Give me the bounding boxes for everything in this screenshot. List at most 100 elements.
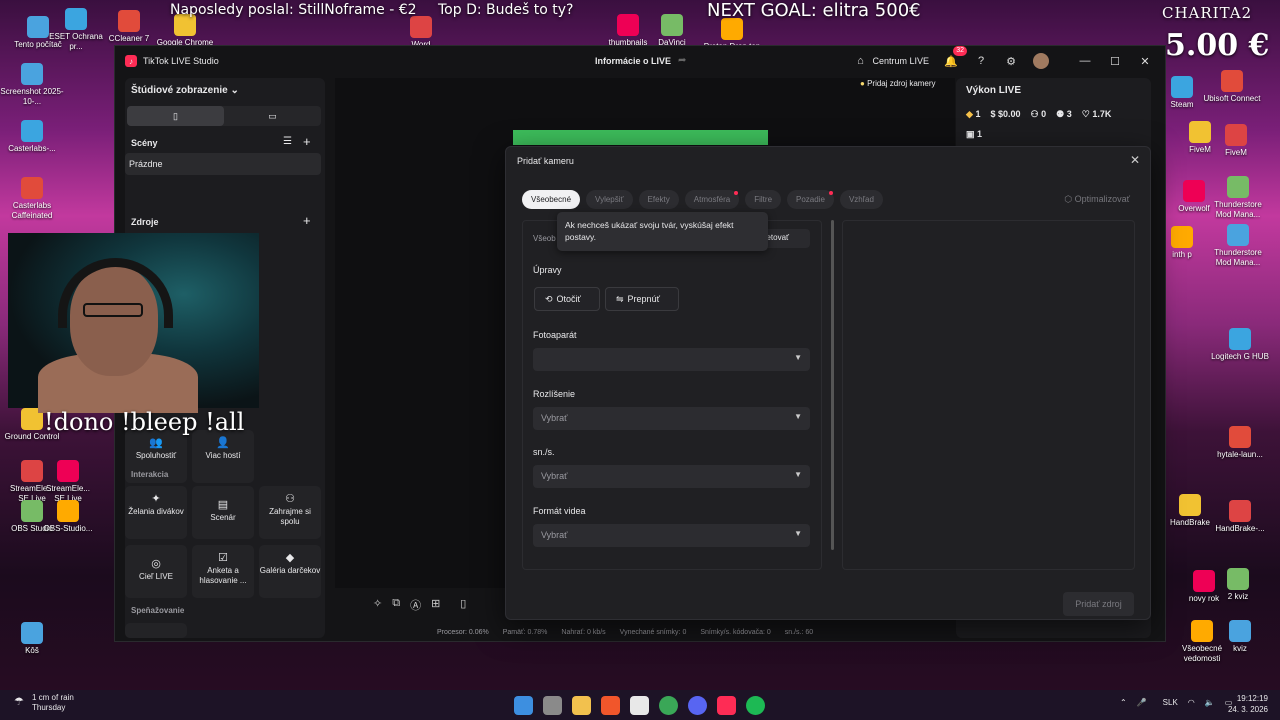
settings-scrollbar[interactable] <box>831 220 834 550</box>
language-indicator[interactable]: SLK <box>1163 698 1178 707</box>
app-icon <box>1227 568 1249 590</box>
task-view-icon[interactable] <box>543 696 562 715</box>
tile-multi-guest[interactable]: 👤 Viac hostí <box>192 430 254 483</box>
add-source-button[interactable]: Pridať zdroj <box>1063 592 1134 616</box>
resolution-header: Rozlíšenie <box>533 389 576 399</box>
desktop-icon[interactable]: Casterlabs-... <box>0 120 64 154</box>
tile-live-goal[interactable]: ◎ Cieľ LIVE <box>125 545 187 598</box>
spotify-icon[interactable] <box>746 696 765 715</box>
centrum-live-button[interactable]: ⌂ Centrum LIVE <box>852 53 929 69</box>
list-icon[interactable]: ☰ <box>283 136 292 147</box>
app-icon <box>721 18 743 40</box>
tab-5[interactable]: Pozadie <box>787 190 834 209</box>
desktop-icon-label: Casterlabs-... <box>8 144 56 153</box>
close-window-icon[interactable]: ✕ <box>1137 53 1153 69</box>
desktop-icon[interactable]: Ubisoft Connect <box>1200 70 1264 104</box>
app-icon <box>21 120 43 142</box>
desktop-icon-label: Kôš <box>25 646 39 655</box>
tab-0[interactable]: Všeobecné <box>522 190 581 209</box>
tile-viewer-wishes[interactable]: ✦ Želania divákov <box>125 486 187 539</box>
tile-poll[interactable]: ☑ Anketa a hlasovanie ... <box>192 545 254 598</box>
app-icon <box>1179 494 1201 516</box>
app-icon <box>410 16 432 38</box>
clock[interactable]: 19:12:19 24. 3. 2026 <box>1228 693 1268 715</box>
maximize-icon[interactable]: ☐ <box>1107 53 1123 69</box>
add-source-icon[interactable]: + <box>303 213 311 228</box>
optimize-button[interactable]: ⬡ Optimalizovať <box>1064 194 1130 205</box>
app-icon <box>1221 70 1243 92</box>
rain-icon: ☂ <box>14 696 24 708</box>
store-icon[interactable] <box>630 696 649 715</box>
view-mode-dropdown[interactable]: Štúdiové zobrazenie ⌄ <box>131 85 239 96</box>
tile-monetize[interactable] <box>125 623 187 638</box>
tile-gift-gallery[interactable]: ◆ Galéria darčekov <box>259 545 321 598</box>
tab-4[interactable]: Filtre <box>745 190 782 209</box>
desktop-icon[interactable]: CCleaner 7 <box>97 10 161 44</box>
discord-icon[interactable] <box>688 696 707 715</box>
volume-icon[interactable]: 🔈 <box>1205 698 1215 707</box>
transform-icon[interactable]: ⧉ <box>392 597 400 613</box>
landscape-mode-button[interactable]: ▭ <box>224 106 321 126</box>
portrait-mode-button[interactable]: ▯ <box>127 106 224 126</box>
flip-button[interactable]: ⇋ Prepnúť <box>605 287 679 311</box>
phone-icon[interactable]: ▯ <box>460 597 466 613</box>
wish-icon: ✦ <box>151 493 161 505</box>
avatar[interactable] <box>1033 53 1049 69</box>
live-info-title[interactable]: Informácie o LIVE <box>595 56 671 66</box>
magic-wand-icon[interactable]: ✧ <box>373 597 382 613</box>
tiktok-icon[interactable] <box>717 696 736 715</box>
wifi-icon[interactable]: ◠ <box>1188 698 1195 707</box>
desktop-icon-label: kviz <box>1233 644 1247 653</box>
desktop-icon[interactable]: FiveM <box>1204 124 1268 158</box>
home-icon: ⌂ <box>857 55 864 67</box>
desktop-icon[interactable]: OBS-Studio... <box>36 500 100 534</box>
resolution-select[interactable]: Vybrať ▼ <box>533 407 810 430</box>
file-explorer-icon[interactable] <box>572 696 591 715</box>
minimize-icon[interactable]: — <box>1077 53 1093 69</box>
encoder-fps: Snímky/s. kódovača: 0 <box>700 629 771 636</box>
tile-play-together[interactable]: ⚇ Zahrajme si spolu <box>259 486 321 539</box>
tab-2[interactable]: Efekty <box>638 190 679 209</box>
mic-icon[interactable]: 🎤 <box>1137 698 1147 707</box>
tiktok-logo-icon: ♪ <box>125 55 137 67</box>
tab-3[interactable]: Atmosféra <box>684 190 740 209</box>
help-icon[interactable]: ? <box>973 53 989 69</box>
add-scene-icon[interactable]: + <box>303 134 311 149</box>
chevron-up-icon[interactable]: ⌃ <box>1120 698 1127 707</box>
performance-title: Výkon LIVE <box>966 85 1022 96</box>
desktop-icon[interactable]: Thunderstore Mod Mana... <box>1206 224 1270 268</box>
desktop-icon[interactable]: Kôš <box>0 622 64 656</box>
ai-icon[interactable]: Ⓐ <box>410 597 421 613</box>
windows-start-icon[interactable] <box>514 696 533 715</box>
desktop-icon[interactable]: Logitech G HUB <box>1208 328 1272 362</box>
weather-widget[interactable]: ☂ 1 cm of rain Thursday <box>14 693 74 713</box>
brave-icon[interactable] <box>601 696 620 715</box>
share-icon[interactable]: ➦ <box>678 55 686 66</box>
desktop-icon[interactable]: HandBrake-... <box>1208 500 1272 534</box>
camera-select[interactable]: ▼ <box>533 348 810 371</box>
add-media-icon[interactable]: ⊞ <box>431 597 440 613</box>
desktop-icon[interactable]: Google Chrome <box>153 14 217 48</box>
tile-script[interactable]: ▤ Scenár <box>192 486 254 539</box>
fps-readout: sn./s.: 60 <box>784 629 814 636</box>
desktop-icon[interactable]: hytale-laun... <box>1208 426 1272 460</box>
scene-item-prazdne[interactable]: Prázdne <box>125 153 321 175</box>
desktop-icon[interactable]: Thunderstore Mod Mana... <box>1206 176 1270 220</box>
video-format-select[interactable]: Vybrať ▼ <box>533 524 810 547</box>
fps-select[interactable]: Vybrať ▼ <box>533 465 810 488</box>
settings-gear-icon[interactable]: ⚙ <box>1003 53 1019 69</box>
bell-icon[interactable]: 🔔 32 <box>943 46 967 69</box>
add-camera-source-link[interactable]: ● Pridaj zdroj kamery <box>860 79 936 88</box>
desktop-icon[interactable]: StreamEle... SE.Live <box>36 460 100 504</box>
tab-1[interactable]: Vylepšiť <box>586 190 633 209</box>
dialog-close-icon[interactable]: ✕ <box>1130 153 1140 167</box>
rotate-button[interactable]: ⟲ Otočiť <box>534 287 600 311</box>
tab-6[interactable]: Vzhľad <box>839 190 883 209</box>
chrome-icon[interactable] <box>659 696 678 715</box>
desktop-icon[interactable]: Screenshot 2025-10-... <box>0 63 64 107</box>
app-icon <box>1171 76 1193 98</box>
desktop-icon[interactable]: DaVinci <box>640 14 704 48</box>
desktop-icon[interactable]: Casterlabs Caffeinated <box>0 177 64 221</box>
desktop-icon[interactable]: kviz <box>1208 620 1272 654</box>
desktop-icon[interactable]: 2 kviz <box>1206 568 1270 602</box>
